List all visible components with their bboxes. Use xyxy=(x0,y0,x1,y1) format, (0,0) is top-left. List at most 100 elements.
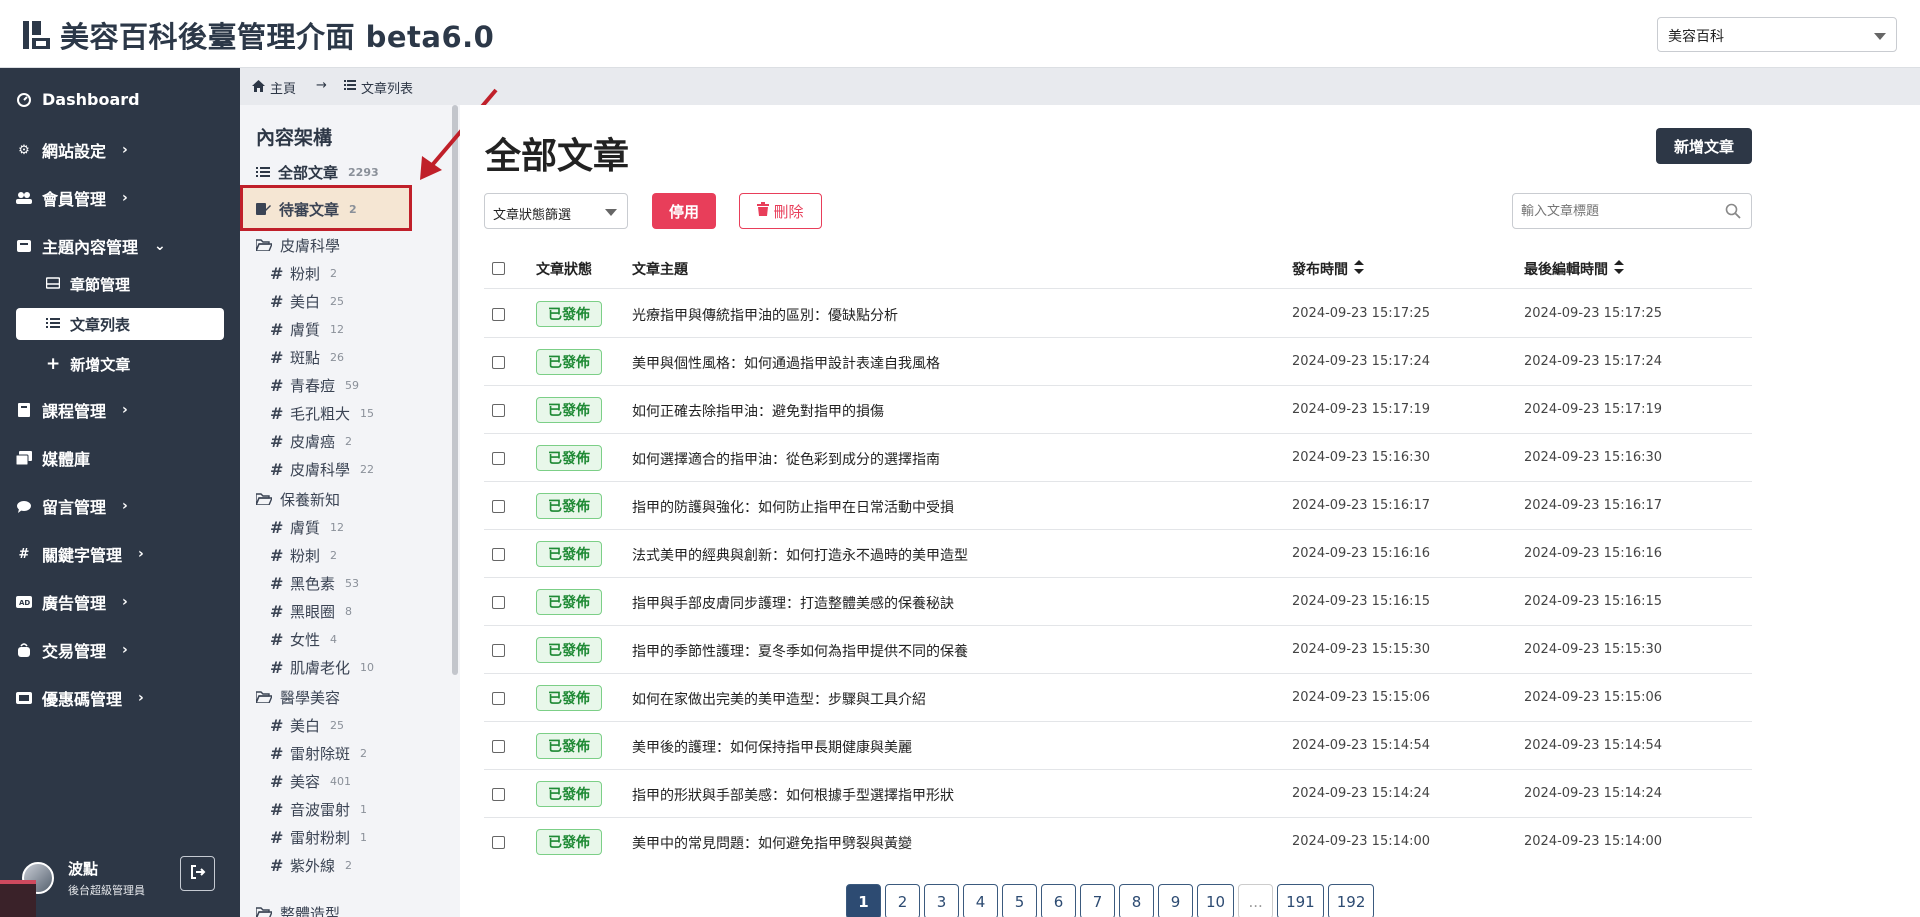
category-item[interactable]: # 皮膚癌 2 xyxy=(270,431,352,452)
sidebar-item-keywords[interactable]: # 關鍵字管理 › xyxy=(16,542,144,566)
chevron-down-icon: ⌄ xyxy=(154,238,166,254)
page-button[interactable]: 191 xyxy=(1277,884,1324,917)
category-item[interactable]: # 膚質 12 xyxy=(270,319,344,340)
page-button[interactable]: 8 xyxy=(1119,884,1154,917)
row-checkbox[interactable] xyxy=(492,596,505,609)
category-group-medical-beauty[interactable]: 醫學美容 xyxy=(254,687,340,708)
article-title-link[interactable]: 指甲與手部皮膚同步護理：打造整體美感的保養秘訣 xyxy=(632,593,954,613)
article-title-link[interactable]: 如何選擇適合的指甲油：從色彩到成分的選擇指南 xyxy=(632,449,940,469)
category-item[interactable]: # 黑眼圈 8 xyxy=(270,601,352,622)
category-item[interactable]: # 美容 401 xyxy=(270,771,351,792)
hash-icon: # xyxy=(270,800,284,819)
sidebar-item-comments[interactable]: 留言管理 › xyxy=(16,494,128,518)
page-button[interactable]: 192 xyxy=(1327,884,1375,917)
article-title-link[interactable]: 指甲的形狀與手部美感：如何根據手型選擇指甲形狀 xyxy=(632,785,954,805)
page-button[interactable]: 3 xyxy=(924,884,959,917)
article-title-link[interactable]: 美甲後的護理：如何保持指甲長期健康與美麗 xyxy=(632,737,912,757)
category-item[interactable]: # 青春痘 59 xyxy=(270,375,359,396)
sidebar-item-media[interactable]: 媒體庫 xyxy=(16,446,90,470)
row-checkbox[interactable] xyxy=(492,836,505,849)
article-title-link[interactable]: 光療指甲與傳統指甲油的區別：優缺點分析 xyxy=(632,305,898,325)
row-checkbox[interactable] xyxy=(492,548,505,561)
category-item[interactable]: # 雷射粉刺 1 xyxy=(270,827,367,848)
article-title-link[interactable]: 法式美甲的經典與創新：如何打造永不過時的美甲造型 xyxy=(632,545,968,565)
category-item[interactable]: # 毛孔粗大 15 xyxy=(270,403,374,424)
new-article-button[interactable]: 新增文章 xyxy=(1656,128,1752,164)
search-icon[interactable] xyxy=(1725,203,1741,223)
category-item[interactable]: # 音波雷射 1 xyxy=(270,799,367,820)
article-title-link[interactable]: 如何正確去除指甲油：避免對指甲的損傷 xyxy=(632,401,884,421)
search-field[interactable] xyxy=(1512,193,1752,229)
category-item[interactable]: # 雷射除斑 2 xyxy=(270,743,367,764)
delete-button[interactable]: 刪除 xyxy=(739,193,822,229)
row-checkbox[interactable] xyxy=(492,644,505,657)
category-all-articles[interactable]: 全部文章 2293 xyxy=(256,162,379,183)
page-button[interactable]: 5 xyxy=(1002,884,1037,917)
row-checkbox[interactable] xyxy=(492,452,505,465)
sidebar-item-transactions[interactable]: 交易管理 › xyxy=(16,638,128,662)
published-date: 2024-09-23 15:14:24 xyxy=(1292,786,1431,801)
category-panel-title: 內容架構 xyxy=(256,127,333,149)
category-item[interactable]: # 女性 4 xyxy=(270,629,337,650)
sidebar-item-coupons[interactable]: 優惠碼管理 › xyxy=(16,686,144,710)
category-group-care-news[interactable]: 保養新知 xyxy=(254,489,340,510)
category-item[interactable]: # 膚質 12 xyxy=(270,517,344,538)
article-title-link[interactable]: 指甲的季節性護理：夏冬季如何為指甲提供不同的保養 xyxy=(632,641,968,661)
breadcrumb-home[interactable]: 主頁 xyxy=(252,78,296,97)
article-title-link[interactable]: 美甲與個性風格：如何通過指甲設計表達自我風格 xyxy=(632,353,940,373)
page-button[interactable]: 10 xyxy=(1197,884,1235,917)
category-group-skin-science[interactable]: 皮膚科學 xyxy=(254,235,340,256)
category-item[interactable]: # 肌膚老化 10 xyxy=(270,657,374,678)
category-item[interactable]: # 黑色素 53 xyxy=(270,573,359,594)
hash-icon: # xyxy=(270,460,284,479)
logout-button[interactable] xyxy=(180,856,215,891)
category-item[interactable]: # 美白 25 xyxy=(270,291,344,312)
category-pending-articles[interactable]: 待審文章 2 xyxy=(256,199,357,220)
article-title-link[interactable]: 指甲的防護與強化：如何防止指甲在日常活動中受損 xyxy=(632,497,954,517)
article-title-link[interactable]: 美甲中的常見問題：如何避免指甲劈裂與黃變 xyxy=(632,833,912,853)
page-button[interactable]: 6 xyxy=(1041,884,1076,917)
disable-button[interactable]: 停用 xyxy=(652,193,716,229)
column-edited[interactable]: 最後編輯時間 xyxy=(1524,259,1624,279)
sidebar-subitem-new-article[interactable]: + 新增文章 xyxy=(16,348,224,380)
select-all-checkbox[interactable] xyxy=(492,262,505,275)
sidebar-subitem-chapters[interactable]: 章節管理 xyxy=(16,268,224,300)
sidebar-item-members[interactable]: 會員管理 › xyxy=(16,186,128,210)
status-filter-select[interactable]: 文章狀態篩選 xyxy=(484,193,628,229)
row-checkbox[interactable] xyxy=(492,500,505,513)
page-button[interactable]: 1 xyxy=(846,884,881,917)
article-title-link[interactable]: 如何在家做出完美的美甲造型：步驟與工具介紹 xyxy=(632,689,926,709)
app-title: 美容百科後臺管理介面 beta6.0 xyxy=(60,20,495,54)
column-published[interactable]: 發布時間 xyxy=(1292,259,1364,279)
sidebar-item-content[interactable]: 主題內容管理 ⌄ xyxy=(16,234,166,258)
sidebar-subitem-article-list[interactable]: 文章列表 xyxy=(16,308,224,340)
page-button[interactable]: 9 xyxy=(1158,884,1193,917)
hash-icon: # xyxy=(270,320,284,339)
row-checkbox[interactable] xyxy=(492,308,505,321)
category-item[interactable]: # 粉刺 2 xyxy=(270,545,337,566)
trash-icon xyxy=(757,202,770,220)
sidebar-item-site-settings[interactable]: ⚙ 網站設定 › xyxy=(16,138,128,162)
sidebar-item-ads[interactable]: AD 廣告管理 › xyxy=(16,590,128,614)
edited-date: 2024-09-23 15:15:06 xyxy=(1524,690,1663,705)
category-item[interactable]: # 紫外線 2 xyxy=(270,855,352,876)
category-item[interactable]: # 皮膚科學 22 xyxy=(270,459,374,480)
page-button[interactable]: 2 xyxy=(885,884,920,917)
page-button[interactable]: 7 xyxy=(1080,884,1115,917)
category-group-styling[interactable]: 整體造型 xyxy=(255,903,340,917)
category-item[interactable]: # 美白 25 xyxy=(270,715,344,736)
hash-icon: # xyxy=(270,518,284,537)
search-input[interactable] xyxy=(1521,204,1711,219)
page-button[interactable]: 4 xyxy=(963,884,998,917)
category-item[interactable]: # 粉刺 2 xyxy=(270,263,337,284)
category-scrollbar[interactable] xyxy=(452,105,458,675)
row-checkbox[interactable] xyxy=(492,740,505,753)
row-checkbox[interactable] xyxy=(492,692,505,705)
site-selector[interactable]: 美容百科 xyxy=(1657,17,1897,52)
sidebar-item-courses[interactable]: 課程管理 › xyxy=(16,398,128,422)
row-checkbox[interactable] xyxy=(492,356,505,369)
category-item[interactable]: # 斑點 26 xyxy=(270,347,344,368)
row-checkbox[interactable] xyxy=(492,788,505,801)
row-checkbox[interactable] xyxy=(492,404,505,417)
sidebar-item-dashboard[interactable]: Dashboard xyxy=(16,90,140,109)
